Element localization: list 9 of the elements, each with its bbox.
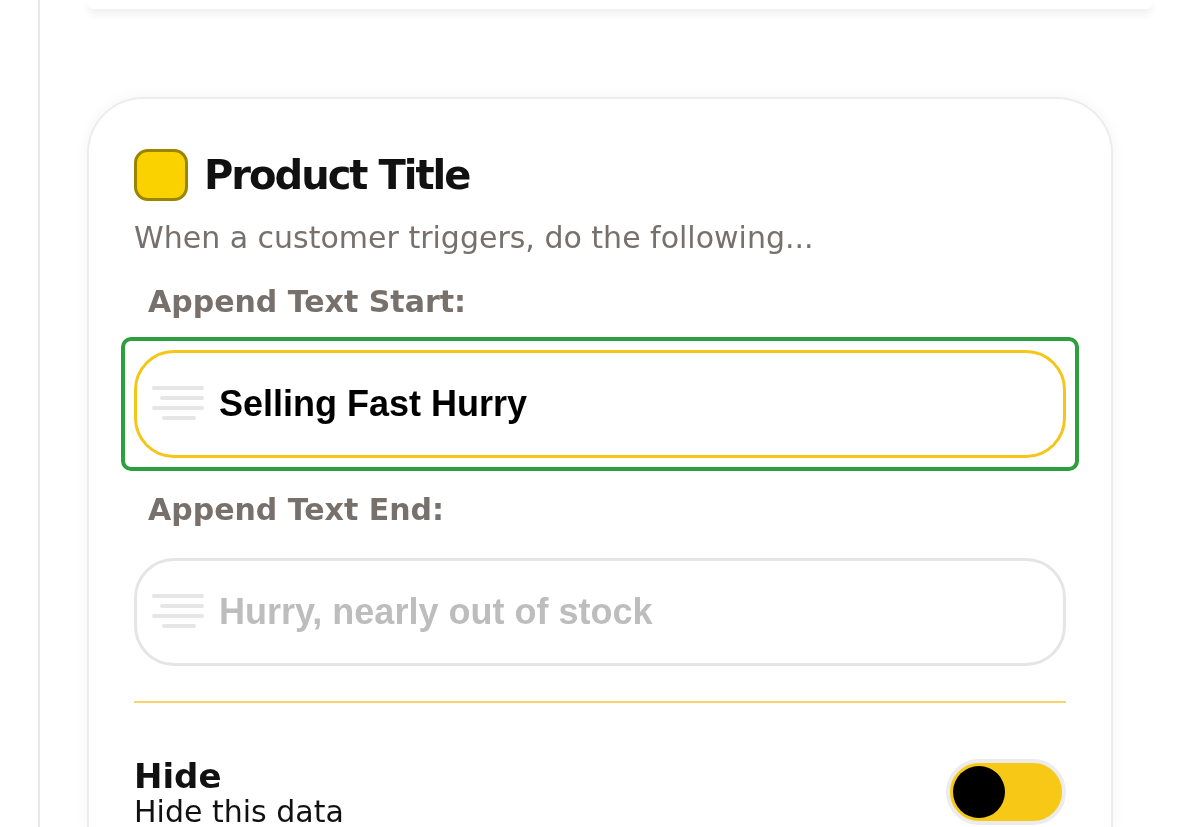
text-field[interactable]: Selling Fast Hurry [134, 350, 1066, 458]
card-title: Product Title [204, 155, 470, 195]
text-field[interactable]: Hurry, nearly out of stock [134, 558, 1066, 666]
field-label: Append Text Start: [147, 287, 468, 317]
database-icon [134, 149, 188, 201]
setting-description: Hide this data [134, 797, 344, 827]
card-subtitle: When a customer triggers, do the following... [134, 223, 815, 253]
setting-title: Hide [134, 759, 223, 793]
field-label: Append Text End: [147, 495, 446, 525]
